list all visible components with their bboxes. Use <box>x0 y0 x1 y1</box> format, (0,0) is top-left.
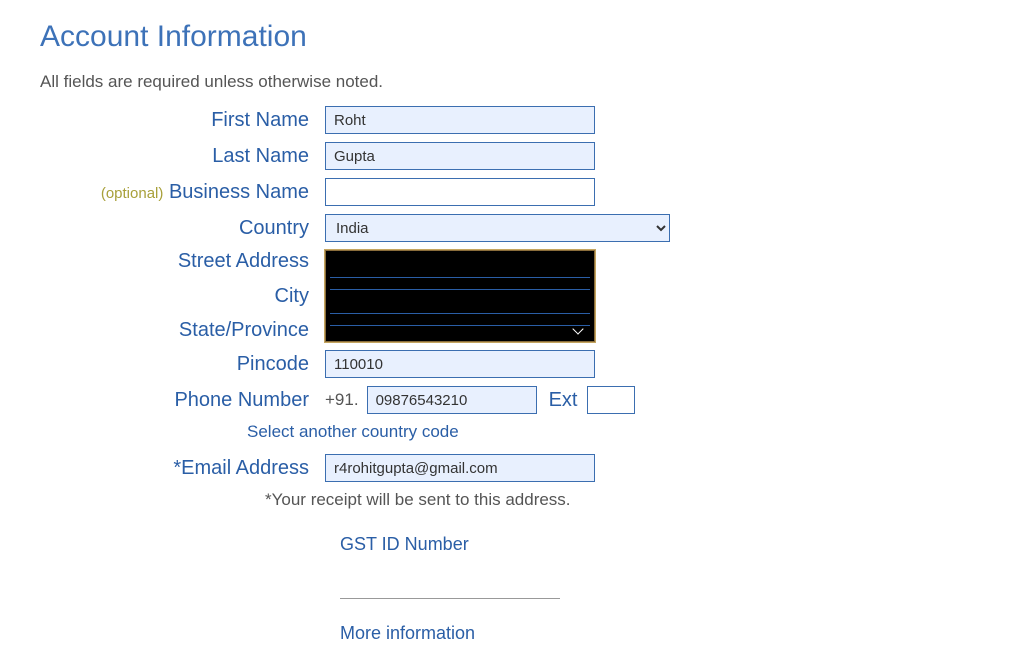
country-label: Country <box>40 217 325 240</box>
gst-id-label: GST ID Number <box>340 534 984 555</box>
redacted-address-block[interactable] <box>325 250 595 342</box>
last-name-row: Last Name <box>40 142 984 170</box>
business-name-row: (optional) Business Name <box>40 178 984 206</box>
required-fields-note: All fields are required unless otherwise… <box>40 72 984 92</box>
email-label: *Email Address <box>40 457 325 480</box>
state-province-label: State/Province <box>40 319 309 342</box>
pincode-input[interactable] <box>325 350 595 378</box>
last-name-input[interactable] <box>325 142 595 170</box>
country-select[interactable]: India <box>325 214 670 242</box>
street-address-label: Street Address <box>40 250 309 273</box>
email-row: *Email Address <box>40 454 984 482</box>
business-name-label-text: Business Name <box>169 181 309 203</box>
phone-label: Phone Number <box>40 389 325 412</box>
first-name-input[interactable] <box>325 106 595 134</box>
phone-input[interactable] <box>367 386 537 414</box>
pincode-row: Pincode <box>40 350 984 378</box>
page-title: Account Information <box>40 20 984 54</box>
pincode-label: Pincode <box>40 353 325 376</box>
business-name-input[interactable] <box>325 178 595 206</box>
city-label: City <box>40 285 309 308</box>
optional-tag: (optional) <box>101 185 164 202</box>
address-block-row: Street Address City State/Province <box>40 250 984 342</box>
ext-input[interactable] <box>587 386 635 414</box>
more-information-link[interactable]: More information <box>340 623 475 644</box>
receipt-note: *Your receipt will be sent to this addre… <box>265 490 571 509</box>
business-name-label: (optional) Business Name <box>40 181 325 204</box>
select-country-code-link[interactable]: Select another country code <box>247 422 459 441</box>
first-name-row: First Name <box>40 106 984 134</box>
gst-id-input[interactable] <box>340 575 560 599</box>
email-input[interactable] <box>325 454 595 482</box>
phone-row: Phone Number +91. Ext <box>40 386 984 414</box>
country-row: Country India <box>40 214 984 242</box>
phone-prefix: +91. <box>325 390 359 410</box>
first-name-label: First Name <box>40 109 325 132</box>
ext-label: Ext <box>549 389 578 412</box>
last-name-label: Last Name <box>40 145 325 168</box>
